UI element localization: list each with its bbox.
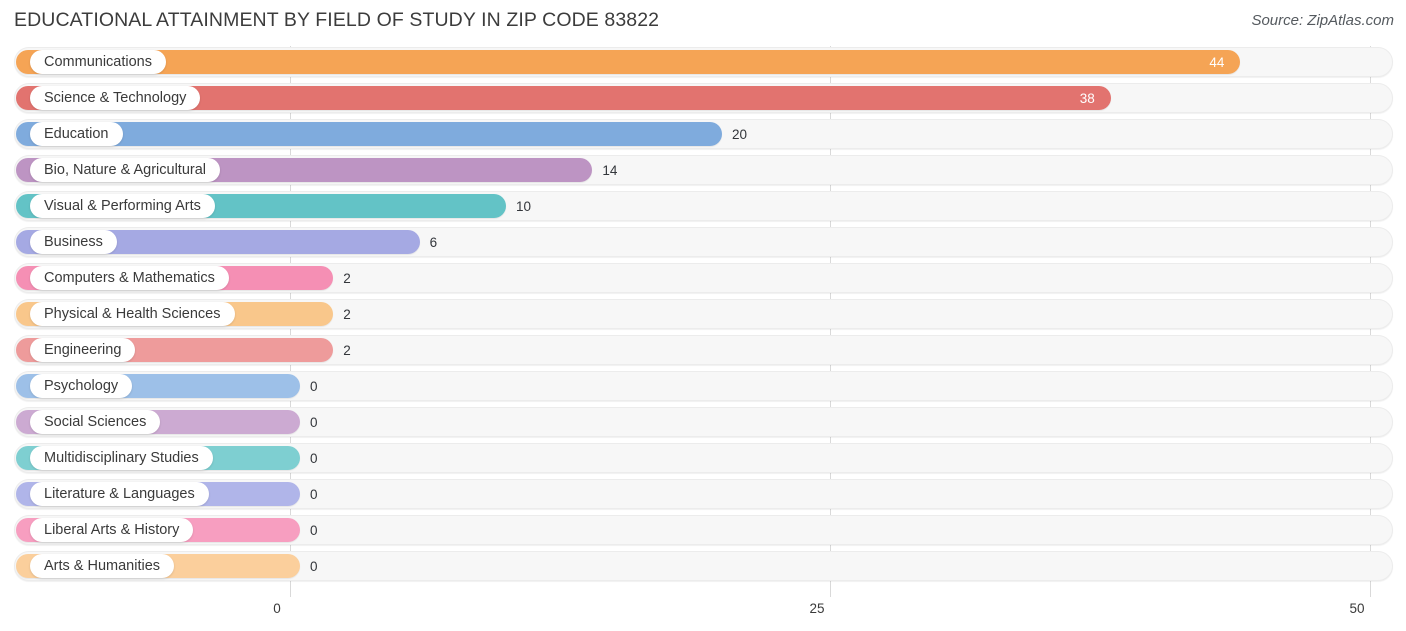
value-label: 14 bbox=[602, 162, 618, 178]
value-label: 10 bbox=[516, 198, 532, 214]
chart-row[interactable]: Computers & Mathematics 2 bbox=[0, 260, 1406, 296]
category-label: Liberal Arts & History bbox=[30, 518, 194, 542]
value-label: 2 bbox=[343, 306, 351, 322]
chart-row[interactable]: Literature & Languages 0 bbox=[0, 476, 1406, 512]
category-label: Physical & Health Sciences bbox=[30, 302, 235, 326]
category-label: Psychology bbox=[30, 374, 133, 398]
page-title: EDUCATIONAL ATTAINMENT BY FIELD OF STUDY… bbox=[14, 9, 660, 31]
value-label: 0 bbox=[310, 522, 318, 538]
chart-header: EDUCATIONAL ATTAINMENT BY FIELD OF STUDY… bbox=[0, 0, 1406, 44]
chart-row[interactable]: Liberal Arts & History 0 bbox=[0, 512, 1406, 548]
category-label: Computers & Mathematics bbox=[30, 266, 229, 290]
chart-row[interactable]: Bio, Nature & Agricultural 14 bbox=[0, 152, 1406, 188]
chart-row[interactable]: Engineering 2 bbox=[0, 332, 1406, 368]
value-label: 0 bbox=[310, 414, 318, 430]
category-label: Communications bbox=[30, 50, 166, 74]
chart-row[interactable]: Communications 44 bbox=[0, 44, 1406, 80]
category-label: Social Sciences bbox=[30, 410, 161, 434]
chart-row[interactable]: Physical & Health Sciences 2 bbox=[0, 296, 1406, 332]
chart-row[interactable]: Visual & Performing Arts 10 bbox=[0, 188, 1406, 224]
value-label: 0 bbox=[310, 486, 318, 502]
category-label: Multidisciplinary Studies bbox=[30, 446, 213, 470]
x-tick-label: 25 bbox=[809, 601, 825, 616]
value-label: 38 bbox=[1079, 90, 1095, 106]
value-label: 44 bbox=[1209, 54, 1225, 70]
value-label: 2 bbox=[343, 342, 351, 358]
value-label: 6 bbox=[429, 234, 438, 250]
chart-row[interactable]: Multidisciplinary Studies 0 bbox=[0, 440, 1406, 476]
value-label: 0 bbox=[310, 450, 318, 466]
chart-row[interactable]: Arts & Humanities 0 bbox=[0, 548, 1406, 584]
x-axis: 0 25 50 bbox=[0, 597, 1406, 631]
chart-row[interactable]: Psychology 0 bbox=[0, 368, 1406, 404]
category-label: Science & Technology bbox=[30, 86, 201, 110]
chart-row[interactable]: Business 6 bbox=[0, 224, 1406, 260]
category-label: Literature & Languages bbox=[30, 482, 209, 506]
value-label: 2 bbox=[343, 270, 351, 286]
value-label: 20 bbox=[732, 126, 748, 142]
value-bar[interactable] bbox=[16, 50, 1241, 74]
x-tick-label: 50 bbox=[1349, 601, 1365, 616]
chart-row[interactable]: Social Sciences 0 bbox=[0, 404, 1406, 440]
category-label: Arts & Humanities bbox=[30, 554, 175, 578]
x-tick-label: 0 bbox=[273, 601, 281, 616]
source-attribution: Source: ZipAtlas.com bbox=[1251, 12, 1394, 29]
value-label: 0 bbox=[310, 378, 318, 394]
bar-rows: Communications 44 Science & Technology 38 Ed… bbox=[0, 44, 1406, 584]
chart-plot-area: Communications 44 Science & Technology 38 Ed… bbox=[0, 44, 1406, 597]
category-label: Engineering bbox=[30, 338, 136, 362]
chart-row[interactable]: Education 20 bbox=[0, 116, 1406, 152]
chart-row[interactable]: Science & Technology 38 bbox=[0, 80, 1406, 116]
category-label: Visual & Performing Arts bbox=[30, 194, 215, 218]
category-label: Bio, Nature & Agricultural bbox=[30, 158, 220, 182]
category-label: Education bbox=[30, 122, 123, 146]
category-label: Business bbox=[30, 230, 117, 254]
value-label: 0 bbox=[310, 558, 318, 574]
